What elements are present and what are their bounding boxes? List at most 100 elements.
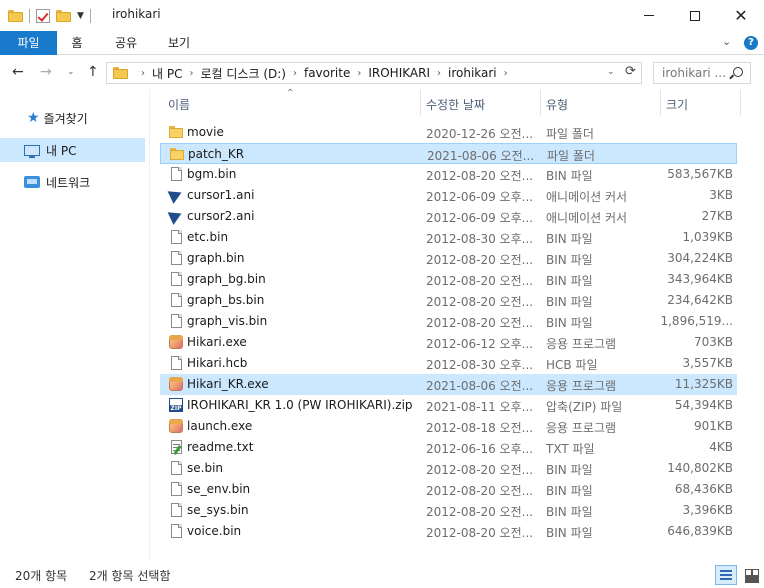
file-type: TXT 파일 (546, 442, 595, 456)
breadcrumb-this-pc[interactable]: 내 PC (152, 65, 182, 82)
file-row[interactable]: se_sys.bin 2012-08-20 오전... BIN 파일 3,396KB (160, 500, 737, 521)
address-bar[interactable]: › 내 PC › 로컬 디스크 (D:) › favorite › IROHIK… (106, 62, 642, 84)
breadcrumb-separator-icon[interactable]: › (141, 68, 145, 79)
file-row[interactable]: etc.bin 2012-08-30 오후... BIN 파일 1,039KB (160, 227, 737, 248)
breadcrumb-irohikari[interactable]: irohikari (448, 66, 497, 80)
breadcrumb-local-disk[interactable]: 로컬 디스크 (D:) (200, 65, 285, 82)
file-size: 4KB (709, 440, 733, 454)
file-type: 애니메이션 커서 (546, 190, 628, 204)
maximize-button[interactable] (672, 0, 718, 31)
file-type: HCB 파일 (546, 358, 598, 372)
file-row[interactable]: voice.bin 2012-08-20 오전... BIN 파일 646,839KB (160, 521, 737, 542)
file-size: 11,325KB (674, 377, 733, 391)
file-row[interactable]: patch_KR 2021-08-06 오전... 파일 폴더 (160, 143, 737, 164)
properties-icon[interactable] (36, 9, 50, 23)
file-row[interactable]: bgm.bin 2012-08-20 오전... BIN 파일 583,567KB (160, 164, 737, 185)
column-type[interactable]: 유형 (546, 96, 568, 113)
back-arrow-icon[interactable]: ← (12, 64, 24, 80)
breadcrumb-separator-icon[interactable]: › (437, 68, 441, 79)
file-row[interactable]: launch.exe 2012-08-18 오전... 응용 프로그램 901KB (160, 416, 737, 437)
file-size: 343,964KB (667, 272, 733, 286)
column-name[interactable]: 이름 (168, 96, 190, 113)
file-date: 2012-08-20 오전... (426, 526, 534, 540)
file-row[interactable]: graph.bin 2012-08-20 오전... BIN 파일 304,224KB (160, 248, 737, 269)
breadcrumb-separator-icon[interactable]: › (357, 68, 361, 79)
column-divider[interactable] (420, 90, 421, 116)
file-date: 2012-08-20 오전... (426, 169, 534, 183)
file-row[interactable]: Hikari.exe 2012-06-12 오후... 응용 프로그램 703KB (160, 332, 737, 353)
column-divider[interactable] (540, 90, 541, 116)
file-date: 2012-08-30 오후... (426, 232, 534, 246)
file-type: 압축(ZIP) 파일 (546, 400, 623, 414)
refresh-icon[interactable]: ⟳ (625, 64, 636, 79)
file-row[interactable]: cursor2.ani 2012-06-09 오후... 애니메이션 커서 27KB (160, 206, 737, 227)
computer-icon (24, 144, 40, 158)
folder-icon[interactable] (8, 10, 23, 22)
file-date: 2021-08-06 오전... (427, 149, 535, 163)
file-name: voice.bin (187, 524, 242, 538)
breadcrumb-irohikari-upper[interactable]: IROHIKARI (368, 66, 430, 80)
file-row[interactable]: Hikari_KR.exe 2021-08-06 오전... 응용 프로그램 11,3… (160, 374, 737, 395)
breadcrumb-favorite[interactable]: favorite (304, 66, 350, 80)
tab-view[interactable]: 보기 (156, 31, 202, 55)
file-size: 703KB (693, 335, 733, 349)
file-name: Hikari.hcb (187, 356, 248, 370)
nav-item-quick-access[interactable]: ★ 즐겨찾기 (0, 106, 145, 130)
status-bar: 20개 항목 2개 항목 선택함 (0, 562, 764, 588)
file-type: BIN 파일 (546, 274, 593, 288)
nav-item-label: 네트워크 (46, 175, 91, 190)
folder-icon (113, 67, 128, 79)
breadcrumb-separator-icon[interactable]: › (504, 68, 508, 79)
file-name: movie (187, 125, 224, 139)
column-divider[interactable] (660, 90, 661, 116)
recent-locations-dropdown-icon[interactable]: ⌄ (67, 67, 75, 77)
file-row[interactable]: readme.txt 2012-06-16 오후... TXT 파일 4KB (160, 437, 737, 458)
file-row[interactable]: ZIP IROHIKARI_KR 1.0 (PW IROHIKARI).zip 20… (160, 395, 737, 416)
file-date: 2012-08-20 오전... (426, 316, 534, 330)
file-size: 646,839KB (667, 524, 733, 538)
column-size[interactable]: 크기 (666, 96, 688, 113)
tab-share[interactable]: 공유 (103, 31, 149, 55)
tab-file[interactable]: 파일 (0, 31, 57, 55)
address-dropdown-icon[interactable]: ⌄ (607, 67, 615, 77)
file-row[interactable]: graph_bs.bin 2012-08-20 오전... BIN 파일 234,64… (160, 290, 737, 311)
file-row[interactable]: movie 2020-12-26 오전... 파일 폴더 (160, 122, 737, 143)
nav-item-label: 즐겨찾기 (43, 111, 88, 126)
close-button[interactable]: ✕ (718, 0, 764, 31)
file-type: 애니메이션 커서 (546, 211, 628, 225)
file-row[interactable]: Hikari.hcb 2012-08-30 오후... HCB 파일 3,557KB (160, 353, 737, 374)
search-box[interactable]: irohikari ... (653, 62, 751, 84)
file-row[interactable]: se_env.bin 2012-08-20 오전... BIN 파일 68,436KB (160, 479, 737, 500)
divider (29, 9, 30, 23)
file-name: se.bin (187, 461, 224, 475)
expand-ribbon-icon[interactable]: ⌄ (722, 35, 731, 48)
file-name: se_env.bin (187, 482, 251, 496)
file-date: 2012-06-09 오후... (426, 190, 534, 204)
file-name: cursor2.ani (187, 209, 255, 223)
large-icons-view-button[interactable] (741, 565, 761, 585)
details-view-button[interactable] (715, 565, 737, 585)
nav-item-this-pc[interactable]: 내 PC (0, 138, 145, 162)
column-header: 이름 ⌃ 수정한 날짜 유형 크기 (160, 88, 744, 116)
forward-arrow-icon[interactable]: → (40, 64, 52, 80)
customize-toolbar-dropdown-icon[interactable]: ▼ (77, 11, 84, 21)
nav-item-network[interactable]: 네트워크 (0, 170, 145, 194)
column-date[interactable]: 수정한 날짜 (426, 96, 485, 113)
maximize-icon (690, 10, 700, 21)
file-size: 140,802KB (667, 461, 733, 475)
new-folder-icon[interactable] (56, 10, 71, 22)
help-icon[interactable]: ? (744, 36, 758, 50)
up-arrow-icon[interactable]: ↑ (87, 64, 99, 80)
tab-home[interactable]: 홈 (57, 31, 97, 55)
file-row[interactable]: graph_bg.bin 2012-08-20 오전... BIN 파일 343,96… (160, 269, 737, 290)
file-row[interactable]: cursor1.ani 2012-06-09 오후... 애니메이션 커서 3KB (160, 185, 737, 206)
file-row[interactable]: se.bin 2012-08-20 오전... BIN 파일 140,802KB (160, 458, 737, 479)
file-row[interactable]: graph_vis.bin 2012-08-20 오전... BIN 파일 1,896… (160, 311, 737, 332)
file-size: 3,396KB (682, 503, 733, 517)
file-name: Hikari_KR.exe (187, 377, 269, 391)
minimize-button[interactable] (626, 0, 672, 31)
breadcrumb-separator-icon[interactable]: › (293, 68, 297, 79)
file-type: 파일 폴더 (546, 127, 594, 141)
column-divider[interactable] (740, 90, 741, 116)
breadcrumb-separator-icon[interactable]: › (189, 68, 193, 79)
